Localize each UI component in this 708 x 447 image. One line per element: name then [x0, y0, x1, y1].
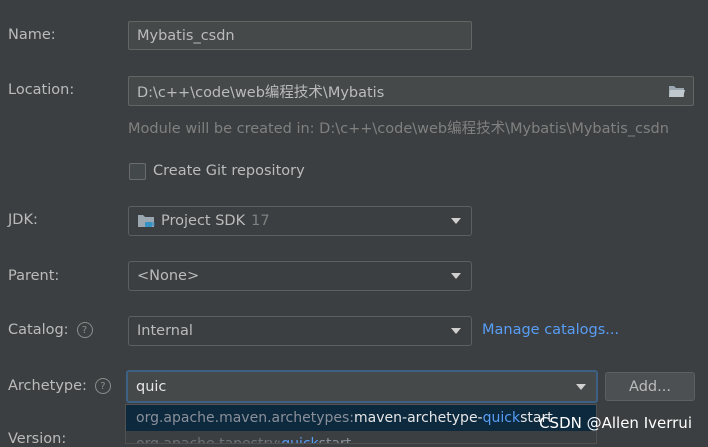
- catalog-value: Internal: [137, 323, 193, 339]
- folder-icon[interactable]: [668, 84, 686, 98]
- suggestion-match: quick: [482, 410, 521, 426]
- suggestion-prefix: org.apache.tapestry:: [136, 436, 282, 444]
- suggestion-name: maven-archetype-: [354, 410, 483, 426]
- archetype-label-group: Archetype:?: [8, 378, 111, 394]
- parent-combo[interactable]: <None>: [128, 261, 472, 291]
- name-value: Mybatis_csdn: [137, 27, 235, 44]
- watermark: CSDN @Allen Iverrui: [539, 414, 692, 432]
- location-value: D:\c++\code\web编程技术\Mybatis: [137, 84, 385, 101]
- suggestion-rest: start: [318, 436, 352, 444]
- archetype-combo[interactable]: quic: [126, 370, 598, 403]
- jdk-combo[interactable]: Project SDK 17: [128, 206, 472, 236]
- suggestion-item[interactable]: org.apache.tapestry:quickstart: [126, 431, 596, 444]
- version-label: Version:: [8, 431, 67, 447]
- jdk-label: JDK:: [8, 212, 38, 228]
- parent-value: <None>: [137, 268, 200, 284]
- chevron-down-icon: [451, 328, 461, 334]
- help-icon[interactable]: ?: [76, 322, 93, 338]
- jdk-value: Project SDK: [161, 213, 246, 229]
- help-icon[interactable]: ?: [94, 378, 111, 394]
- catalog-combo[interactable]: Internal: [128, 316, 472, 346]
- archetype-suggestion-popup: org.apache.maven.archetypes:maven-archet…: [125, 404, 597, 444]
- name-input[interactable]: Mybatis_csdn: [128, 21, 472, 50]
- add-archetype-button[interactable]: Add...: [605, 372, 695, 401]
- location-hint: Module will be created in: D:\c++\code\w…: [128, 121, 669, 137]
- git-checkbox-label[interactable]: Create Git repository: [153, 163, 305, 179]
- suggestion-prefix: org.apache.maven.archetypes:: [136, 410, 355, 426]
- catalog-label-group: Catalog:?: [8, 322, 93, 338]
- git-checkbox[interactable]: [129, 163, 146, 180]
- manage-catalogs-link[interactable]: Manage catalogs...: [482, 322, 619, 338]
- suggestion-item[interactable]: org.apache.maven.archetypes:maven-archet…: [126, 405, 596, 431]
- name-label: Name:: [8, 27, 56, 43]
- suggestion-match: quick: [281, 436, 319, 444]
- location-input[interactable]: D:\c++\code\web编程技术\Mybatis: [128, 76, 694, 106]
- chevron-down-icon: [576, 383, 586, 390]
- chevron-down-icon: [451, 273, 461, 279]
- location-label: Location:: [8, 82, 75, 98]
- archetype-label: Archetype:: [8, 378, 87, 394]
- catalog-label: Catalog:: [8, 322, 69, 338]
- chevron-down-icon: [451, 218, 461, 224]
- folder-java-icon: [137, 213, 155, 229]
- parent-label: Parent:: [8, 268, 60, 284]
- jdk-version: 17: [251, 213, 270, 229]
- archetype-input-value[interactable]: quic: [136, 379, 166, 395]
